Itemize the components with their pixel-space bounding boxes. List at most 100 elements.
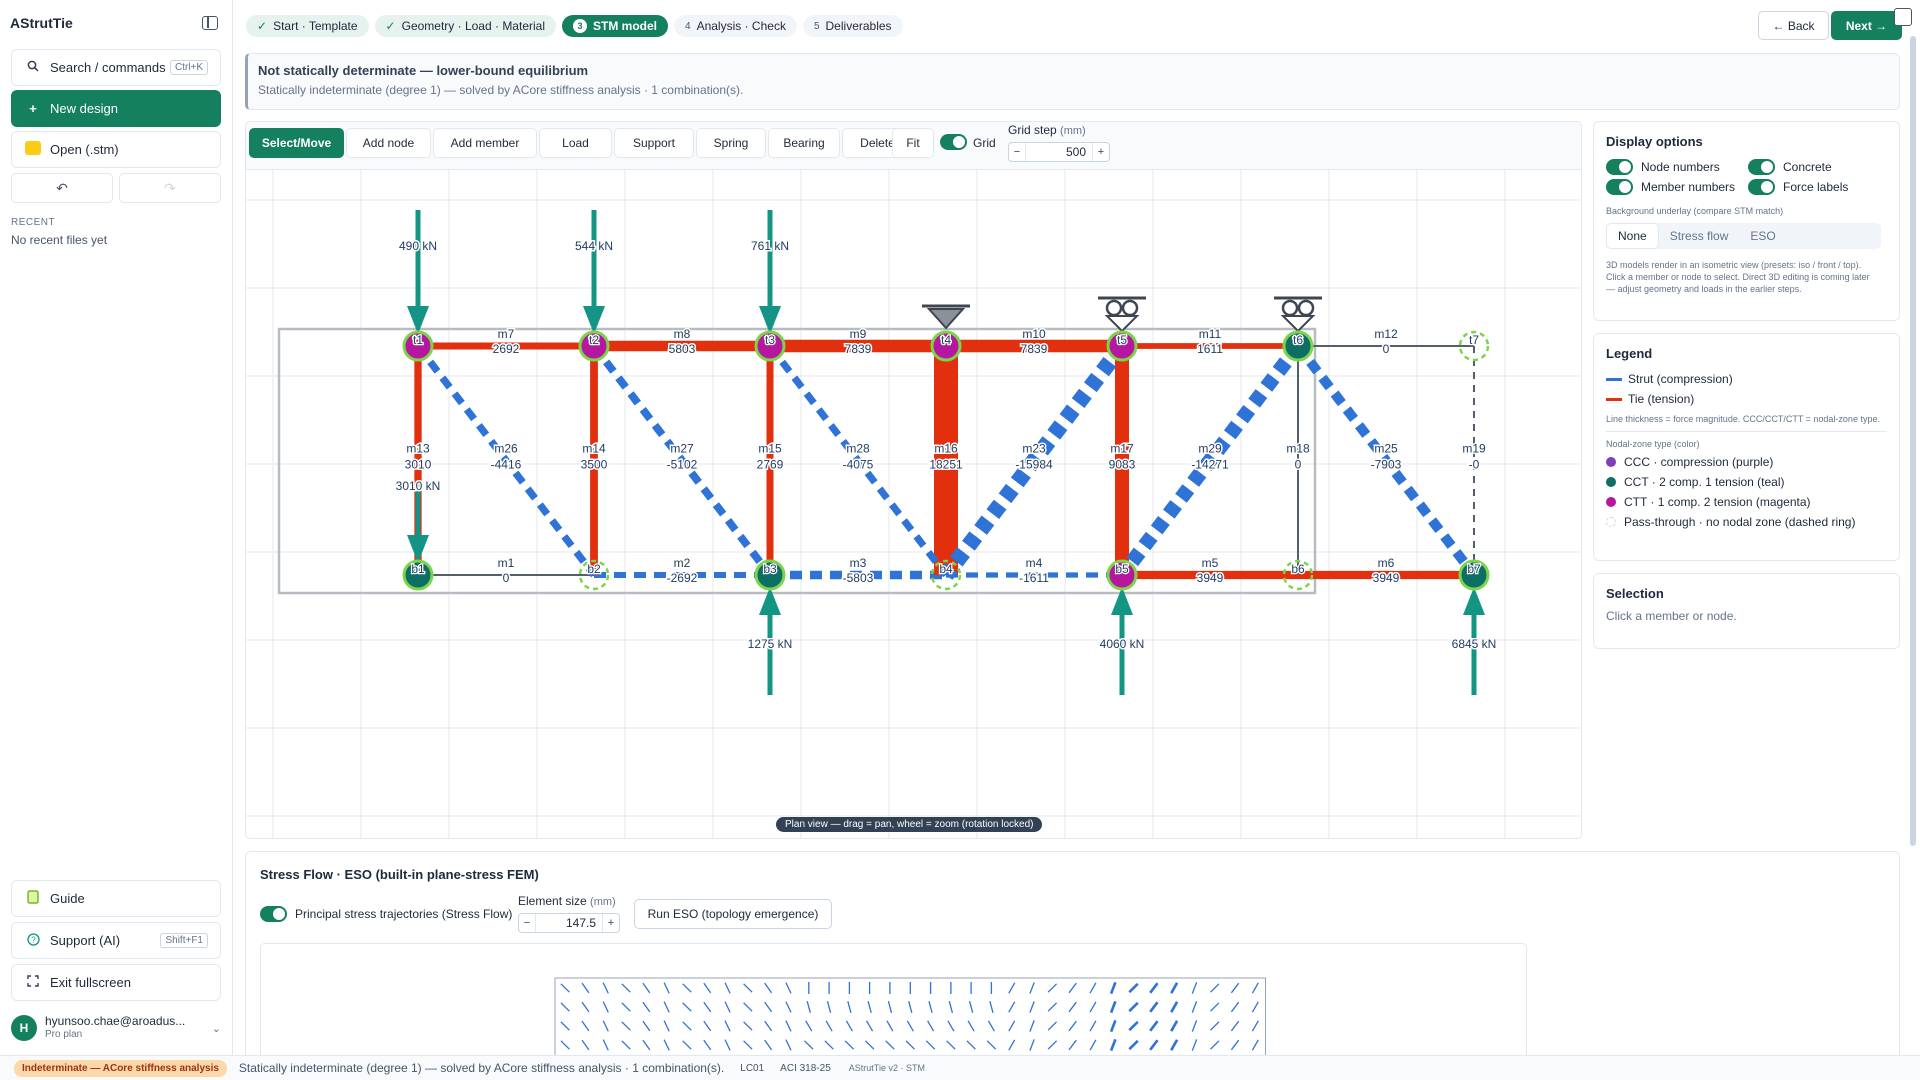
- grid-label: Grid: [973, 136, 996, 150]
- search-commands-button[interactable]: Search / commands Ctrl+K: [11, 49, 221, 86]
- tool-bearing[interactable]: Bearing: [768, 128, 840, 158]
- load-label: 6845 kN: [1452, 637, 1497, 651]
- trajectory-glyph: [1109, 1019, 1117, 1033]
- load-arrow-head: [407, 535, 429, 563]
- grid-step-decrement[interactable]: −: [1009, 146, 1025, 158]
- stress-flow-canvas[interactable]: [260, 943, 1527, 1060]
- trajectory-glyph: [844, 1040, 855, 1050]
- trajectory-glyph: [845, 1020, 853, 1032]
- trajectories-toggle[interactable]: [260, 906, 287, 922]
- trajectory-glyph: [1251, 1001, 1259, 1013]
- open-file-button[interactable]: Open (.stm): [11, 131, 221, 168]
- trajectory-glyph: [621, 1040, 631, 1050]
- trajectory-glyph: [928, 1001, 933, 1013]
- trajectory-glyph: [1109, 981, 1117, 995]
- sidebar-collapse-icon[interactable]: [202, 16, 218, 30]
- guide-button[interactable]: Guide: [11, 880, 221, 917]
- trajectory-glyph: [1089, 1020, 1097, 1032]
- load-arrow-head: [1111, 587, 1133, 615]
- member-numbers-option[interactable]: Member numbers: [1606, 177, 1748, 197]
- trajectory-glyph: [743, 1002, 753, 1012]
- member-numbers-toggle[interactable]: [1606, 179, 1633, 195]
- user-menu[interactable]: H hyunsoo.chae@aroadus... Pro plan ⌄: [11, 1010, 221, 1046]
- new-design-button[interactable]: + New design: [11, 90, 221, 127]
- member-force-label: 1611: [1197, 342, 1223, 356]
- trajectory-glyph: [1128, 982, 1139, 994]
- underlay-option-stress-flow[interactable]: Stress flow: [1659, 223, 1740, 249]
- trajectory-field: [554, 977, 1266, 1060]
- trajectory-glyph: [986, 1040, 997, 1050]
- load-arrow-head: [1463, 587, 1485, 615]
- member-force-label: 3500: [581, 458, 608, 472]
- tool-add-node[interactable]: Add node: [346, 128, 431, 158]
- tool-select-move[interactable]: Select/Move: [249, 128, 344, 158]
- display-options-panel: Display options Node numbers Member numb…: [1593, 121, 1900, 321]
- force-labels-option[interactable]: Force labels: [1748, 177, 1848, 197]
- trajectory-glyph: [1068, 982, 1077, 994]
- concrete-option[interactable]: Concrete: [1748, 157, 1848, 177]
- step-tab-geometry[interactable]: ✓ Geometry · Load · Material: [374, 15, 556, 37]
- member-force-label: 2769: [757, 458, 784, 472]
- support-ai-button[interactable]: ? Support (AI) Shift+F1: [11, 922, 221, 959]
- trajectory-glyph: [866, 1020, 874, 1032]
- user-info: hyunsoo.chae@aroadus... Pro plan: [45, 1015, 190, 1040]
- trajectory-glyph: [743, 1040, 753, 1050]
- trajectory-glyph: [560, 1040, 570, 1050]
- element-size-decrement[interactable]: −: [519, 917, 535, 929]
- force-labels-toggle[interactable]: [1748, 179, 1775, 195]
- trajectory-glyph: [1089, 982, 1097, 994]
- back-button[interactable]: ← Back: [1758, 11, 1829, 40]
- concrete-toggle[interactable]: [1748, 159, 1775, 175]
- trajectory-glyph: [987, 1020, 995, 1032]
- fullscreen-icon[interactable]: [1894, 8, 1912, 26]
- step-tab-stm-model[interactable]: 3 STM model: [562, 15, 669, 37]
- tool-spring[interactable]: Spring: [696, 128, 766, 158]
- trajectory-glyph: [682, 983, 692, 993]
- node-id-label: b1: [411, 562, 425, 576]
- legend-title: Legend: [1606, 346, 1653, 361]
- trajectory-glyph: [948, 1001, 954, 1013]
- trajectory-glyph: [1109, 1000, 1117, 1014]
- step-tab-deliverables[interactable]: 5 Deliverables: [802, 15, 903, 37]
- exit-fullscreen-button[interactable]: Exit fullscreen: [11, 964, 221, 1001]
- trajectory-glyph: [1089, 1039, 1097, 1051]
- fit-button[interactable]: Fit: [892, 128, 934, 158]
- trajectory-glyph: [724, 1001, 731, 1013]
- trajectories-option[interactable]: Principal stress trajectories (Stress Fl…: [260, 906, 512, 922]
- node-numbers-toggle[interactable]: [1606, 159, 1633, 175]
- tie-swatch: [1606, 397, 1622, 401]
- step-tab-analysis[interactable]: 4 Analysis · Check: [674, 15, 797, 37]
- undo-icon[interactable]: ↶: [11, 173, 113, 203]
- element-size-input[interactable]: 147.5: [535, 914, 603, 932]
- load-label: 544 kN: [575, 239, 613, 253]
- trajectory-glyph: [1191, 1001, 1198, 1013]
- app-root: AStrutTie Search / commands Ctrl+K + New…: [0, 0, 1920, 1080]
- step-tab-start[interactable]: ✓ Start · Template: [246, 15, 369, 37]
- display-options-note: 3D models render in an isometric view (p…: [1606, 260, 1870, 295]
- next-button[interactable]: Next →: [1831, 11, 1902, 40]
- member-id-label: m3: [850, 556, 867, 570]
- element-size-label: Element size (mm): [518, 894, 616, 908]
- app-version: AStrutTie v2 · STM: [848, 1063, 925, 1073]
- trajectory-glyph: [947, 1020, 955, 1032]
- trajectory-glyph: [847, 1001, 852, 1013]
- element-size-increment[interactable]: +: [603, 917, 619, 929]
- underlay-option-eso[interactable]: ESO: [1739, 223, 1786, 249]
- view-hint: Plan view — drag = pan, wheel = zoom (ro…: [776, 817, 1043, 832]
- run-eso-button[interactable]: Run ESO (topology emergence): [634, 899, 832, 929]
- stm-model-canvas[interactable]: 490 kN 544 kN 761 kN 3010 kN 1275 kN 4060 kN 6…: [246, 170, 1581, 838]
- node-numbers-option[interactable]: Node numbers: [1606, 157, 1748, 177]
- underlay-option-none[interactable]: None: [1606, 223, 1659, 250]
- redo-icon[interactable]: ↷: [119, 173, 221, 203]
- page-scrollbar[interactable]: [1910, 36, 1916, 846]
- underlay-label: Background underlay (compare STM match): [1606, 206, 1784, 216]
- status-bar: Indeterminate — ACore stiffness analysis…: [0, 1055, 1920, 1080]
- trajectory-glyph: [1047, 983, 1058, 993]
- tool-load[interactable]: Load: [539, 128, 612, 158]
- grid-toggle[interactable]: [940, 134, 967, 150]
- grid-step-input[interactable]: 500: [1025, 143, 1093, 161]
- grid-step-increment[interactable]: +: [1093, 146, 1109, 158]
- tool-add-member[interactable]: Add member: [433, 128, 537, 158]
- tool-support[interactable]: Support: [614, 128, 694, 158]
- selection-panel: Selection Click a member or node.: [1593, 573, 1900, 649]
